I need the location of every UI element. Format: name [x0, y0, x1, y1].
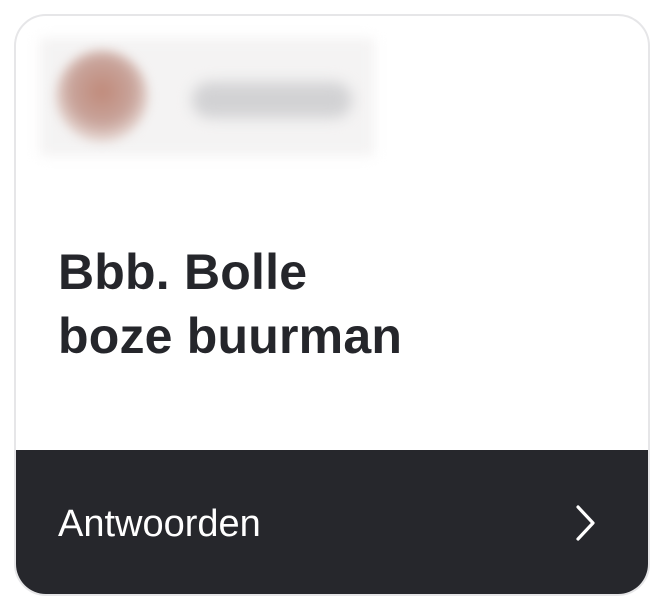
author-avatar — [56, 50, 148, 142]
post-title: Bbb. Bolle boze buurman — [58, 240, 402, 368]
author-name-blurred — [192, 82, 352, 118]
reply-button[interactable]: Antwoorden — [16, 450, 648, 594]
chevron-right-icon — [576, 505, 595, 541]
reply-button-label: Antwoorden — [58, 503, 261, 545]
post-title-line-1: Bbb. Bolle — [58, 244, 308, 300]
post-title-line-2: boze buurman — [58, 308, 403, 364]
post-card: Bbb. Bolle boze buurman Antwoorden — [14, 14, 650, 596]
